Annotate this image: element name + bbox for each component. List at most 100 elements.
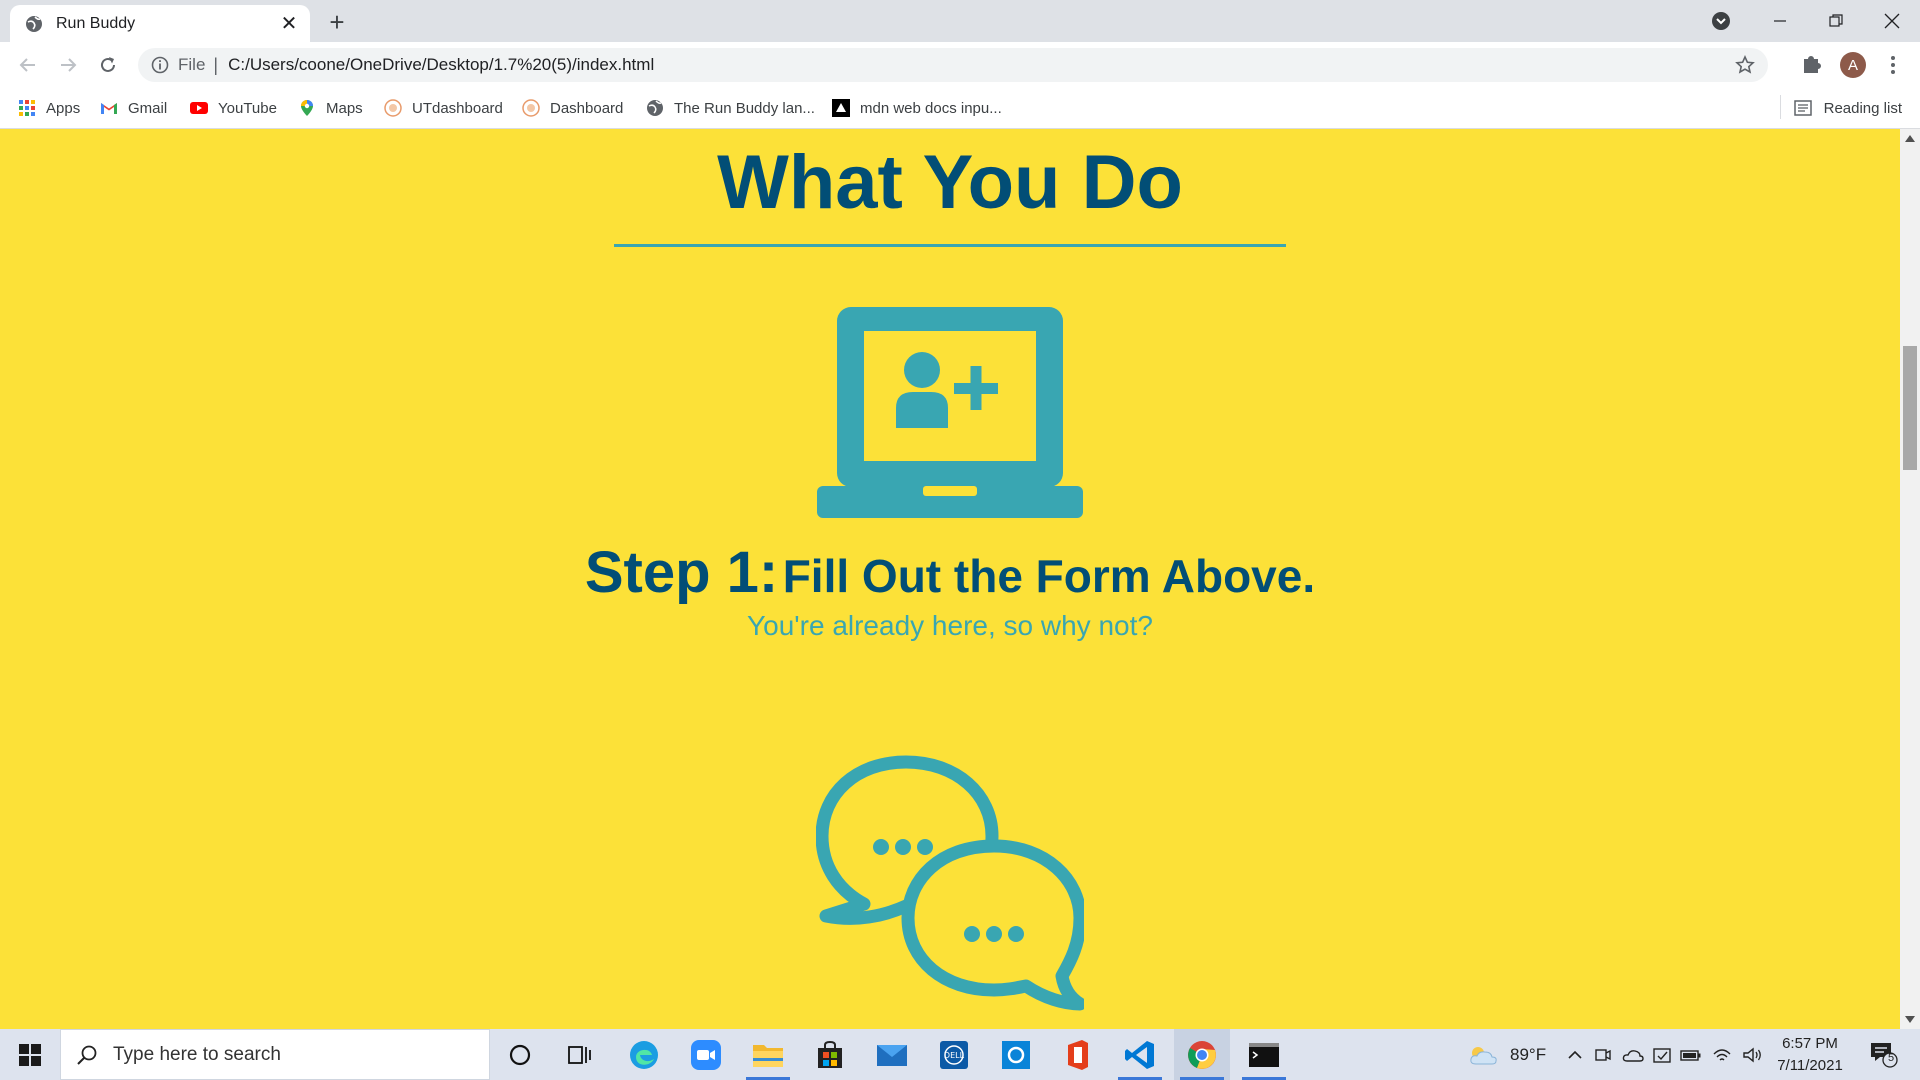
page-scrollbar[interactable] bbox=[1900, 129, 1920, 1029]
address-bar[interactable]: File | C:/Users/coone/OneDrive/Desktop/1… bbox=[138, 48, 1768, 82]
svg-text:DELL: DELL bbox=[944, 1051, 965, 1060]
url-separator: | bbox=[213, 54, 219, 75]
cortana-button[interactable] bbox=[492, 1029, 548, 1080]
weather-widget[interactable]: 89°F bbox=[1468, 1029, 1546, 1080]
page-viewport: What You Do Step 1: Fill Out the Form Ab… bbox=[0, 129, 1900, 1029]
clock-time: 6:57 PM bbox=[1782, 1035, 1838, 1052]
notification-center-button[interactable]: 5 bbox=[1868, 1039, 1898, 1069]
profile-avatar[interactable]: A bbox=[1840, 52, 1866, 78]
forward-arrow-icon bbox=[61, 58, 77, 72]
back-button[interactable] bbox=[12, 49, 44, 81]
globe-icon bbox=[26, 15, 42, 32]
maps-icon bbox=[301, 100, 313, 116]
bookmark-label: Apps bbox=[46, 99, 81, 117]
start-button[interactable] bbox=[8, 1029, 52, 1080]
scroll-down-arrow-icon[interactable] bbox=[1905, 1016, 1915, 1023]
wifi-icon[interactable] bbox=[1712, 1046, 1732, 1064]
bookmark-label: The Run Buddy lan... bbox=[674, 99, 815, 117]
taskbar-file-explorer[interactable] bbox=[740, 1029, 796, 1080]
browser-toolbar: File | C:/Users/coone/OneDrive/Desktop/1… bbox=[0, 42, 1920, 88]
section-heading: What You Do bbox=[717, 140, 1183, 225]
bookmarks-bar: Apps Gmail YouTube Maps UTdashboard Dash… bbox=[0, 88, 1920, 129]
restore-button[interactable] bbox=[1808, 0, 1864, 42]
taskbar-chrome[interactable] bbox=[1174, 1029, 1230, 1080]
minimize-button[interactable] bbox=[1752, 0, 1808, 42]
tray-icons bbox=[1566, 1029, 1764, 1080]
taskbar-terminal[interactable] bbox=[1236, 1029, 1292, 1080]
bookmark-label: mdn web docs inpu... bbox=[860, 99, 1002, 117]
tab-run-buddy[interactable]: Run Buddy ✕ bbox=[10, 5, 310, 42]
bookmark-run-buddy[interactable]: The Run Buddy lan... bbox=[646, 96, 815, 120]
reload-button[interactable] bbox=[92, 49, 124, 81]
bookmark-star-button[interactable] bbox=[1730, 50, 1760, 80]
bookmark-youtube[interactable]: YouTube bbox=[190, 96, 277, 120]
bookmark-mdn[interactable]: mdn web docs inpu... bbox=[832, 96, 1002, 120]
office-icon bbox=[1068, 1039, 1088, 1070]
taskbar-vscode[interactable] bbox=[1112, 1029, 1168, 1080]
taskbar-cortana-app[interactable] bbox=[988, 1029, 1044, 1080]
terminal-icon bbox=[1249, 1042, 1279, 1067]
reading-list-button[interactable]: Reading list bbox=[1793, 96, 1902, 120]
scroll-up-arrow-icon[interactable] bbox=[1905, 135, 1915, 142]
reload-icon bbox=[101, 57, 115, 72]
url-scheme: File bbox=[178, 55, 206, 74]
step1-subtitle: You're already here, so why not? bbox=[747, 610, 1153, 641]
meet-now-icon[interactable] bbox=[1594, 1046, 1612, 1064]
step1-label: Step 1: bbox=[584, 540, 779, 605]
tab-search-button[interactable] bbox=[1708, 8, 1734, 34]
folder-icon bbox=[753, 1044, 783, 1067]
star-icon bbox=[1735, 55, 1755, 74]
search-icon bbox=[77, 1045, 97, 1065]
taskbar-zoom[interactable] bbox=[678, 1029, 734, 1080]
windows-logo-icon bbox=[19, 1043, 41, 1066]
task-view-button[interactable] bbox=[552, 1029, 608, 1080]
cortana-app-icon bbox=[1002, 1040, 1030, 1069]
vscode-icon bbox=[1125, 1040, 1154, 1069]
weather-temp: 89°F bbox=[1510, 1044, 1547, 1064]
taskbar-office[interactable] bbox=[1050, 1029, 1106, 1080]
step1-title: Fill Out the Form Above. bbox=[782, 550, 1316, 602]
taskbar-dell[interactable]: DELL bbox=[926, 1029, 982, 1080]
taskbar-store[interactable] bbox=[802, 1029, 858, 1080]
minimize-icon bbox=[1774, 20, 1786, 22]
reading-list-icon bbox=[1793, 100, 1812, 116]
utdashboard-icon bbox=[384, 99, 402, 117]
new-tab-button[interactable]: + bbox=[322, 7, 352, 37]
onedrive-cloud-icon[interactable] bbox=[1622, 1046, 1644, 1064]
bookmark-label: YouTube bbox=[218, 99, 277, 117]
taskbar-search-box[interactable]: Type here to search bbox=[60, 1029, 490, 1080]
bookmark-maps[interactable]: Maps bbox=[298, 96, 363, 120]
show-hidden-icons-chevron-icon[interactable] bbox=[1566, 1046, 1584, 1064]
youtube-icon bbox=[190, 102, 208, 114]
tab-strip: Run Buddy ✕ + bbox=[0, 0, 1920, 42]
scrollbar-thumb[interactable] bbox=[1903, 346, 1917, 470]
search-placeholder: Type here to search bbox=[113, 1043, 281, 1065]
store-bag-icon bbox=[818, 1040, 842, 1068]
chrome-icon bbox=[1188, 1040, 1216, 1069]
browser-menu-button[interactable] bbox=[1880, 50, 1906, 80]
bookmark-label: UTdashboard bbox=[412, 99, 503, 117]
battery-icon[interactable] bbox=[1680, 1046, 1702, 1064]
volume-icon[interactable] bbox=[1742, 1046, 1764, 1064]
bookmark-label: Maps bbox=[326, 99, 363, 117]
forward-button[interactable] bbox=[52, 49, 84, 81]
close-window-button[interactable] bbox=[1864, 0, 1920, 42]
windows-taskbar: Type here to search DELL 89°F 6:57 PM 7/… bbox=[0, 1029, 1920, 1080]
tab-close-icon[interactable]: ✕ bbox=[274, 9, 304, 39]
bookmark-dashboard[interactable]: Dashboard bbox=[522, 96, 623, 120]
bookmark-utdashboard[interactable]: UTdashboard bbox=[384, 96, 503, 120]
url-text[interactable]: C:/Users/coone/OneDrive/Desktop/1.7%20(5… bbox=[228, 55, 1730, 75]
zoom-icon bbox=[691, 1039, 721, 1070]
heading-divider bbox=[614, 244, 1286, 247]
extensions-puzzle-icon[interactable] bbox=[1798, 49, 1826, 77]
bookmark-apps[interactable]: Apps bbox=[18, 96, 80, 120]
taskbar-edge[interactable] bbox=[616, 1029, 672, 1080]
info-icon[interactable] bbox=[150, 55, 170, 75]
taskbar-mail[interactable] bbox=[864, 1029, 920, 1080]
bookmark-gmail[interactable]: Gmail bbox=[100, 96, 167, 120]
bookmarks-divider bbox=[1780, 95, 1781, 119]
system-clock[interactable]: 6:57 PM 7/11/2021 bbox=[1762, 1033, 1858, 1077]
tray-app-icon[interactable] bbox=[1652, 1046, 1672, 1064]
task-view-icon bbox=[568, 1045, 591, 1064]
clock-date: 7/11/2021 bbox=[1777, 1057, 1843, 1074]
